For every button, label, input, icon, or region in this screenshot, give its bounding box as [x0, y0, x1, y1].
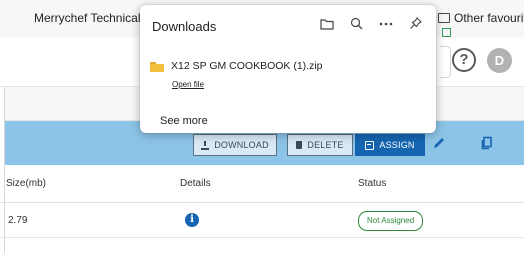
download-icon: [201, 140, 210, 150]
search-input[interactable]: [440, 46, 451, 78]
focus-marker: [442, 28, 451, 37]
table-row[interactable]: 2.79 i Not Assigned: [0, 203, 524, 238]
folder-icon: [438, 13, 450, 23]
bookmark-merrychef[interactable]: Merrychef Technical...: [34, 11, 151, 25]
bookmark-other-favourites-label: Other favourites: [454, 11, 524, 25]
bookmark-other-favourites[interactable]: Other favourites: [438, 11, 524, 25]
assign-button-label: ASSIGN: [379, 140, 415, 150]
search-icon[interactable]: [350, 17, 363, 30]
table-header-row: Size(mb) Details Status: [0, 166, 524, 203]
more-icon[interactable]: [379, 22, 393, 26]
zip-folder-icon: [150, 62, 164, 72]
downloads-actions: [320, 17, 422, 30]
column-header-size[interactable]: Size(mb): [6, 178, 46, 189]
trash-icon: [296, 141, 303, 149]
download-item[interactable]: X12 SP GM COOKBOOK (1).zip: [150, 60, 323, 72]
delete-button-label: DELETE: [307, 140, 344, 150]
download-file-name: X12 SP GM COOKBOOK (1).zip: [171, 60, 323, 72]
downloads-title: Downloads: [152, 19, 217, 34]
open-file-link[interactable]: Open file: [172, 80, 204, 89]
cell-size: 2.79: [8, 215, 28, 226]
info-icon[interactable]: i: [185, 213, 199, 227]
status-badge: Not Assigned: [358, 211, 424, 231]
edit-pencil-icon[interactable]: [432, 136, 446, 150]
see-more-link[interactable]: See more: [160, 115, 208, 127]
column-header-status[interactable]: Status: [358, 178, 386, 189]
download-button[interactable]: DOWNLOAD: [193, 134, 277, 156]
downloads-panel: Downloads X12 SP GM COOKBOOK (1).zip Ope…: [140, 5, 436, 133]
pin-icon[interactable]: [409, 17, 422, 30]
copy-icon[interactable]: [480, 136, 494, 150]
column-header-details[interactable]: Details: [180, 178, 211, 189]
download-button-label: DOWNLOAD: [214, 140, 269, 150]
assign-button[interactable]: ASSIGN: [355, 134, 425, 156]
folder-icon[interactable]: [320, 18, 334, 30]
help-button[interactable]: ?: [452, 48, 476, 72]
delete-button[interactable]: DELETE: [287, 134, 353, 156]
assign-icon: [365, 140, 375, 150]
avatar[interactable]: D: [487, 48, 512, 73]
